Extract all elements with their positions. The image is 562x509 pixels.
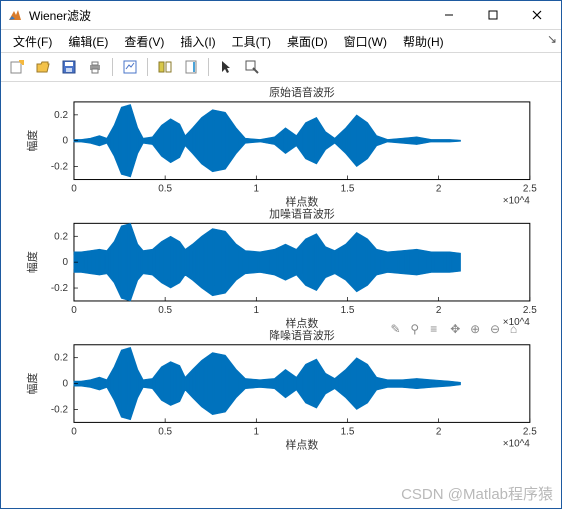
x-tick-label: 0.5 [158,183,172,194]
colorbar-button[interactable] [179,55,203,79]
link-axes-button[interactable] [153,55,177,79]
x-tick-label: 2.5 [523,183,537,194]
x-tick-label: 0 [71,183,77,194]
pointer-button[interactable] [214,55,238,79]
x-axis-label: 样点数 [285,194,318,208]
figure-svg: 原始语音波形00.511.522.5-0.200.2×10^4样点数幅度加噪语音… [1,82,561,508]
menu-view[interactable]: 查看(V) [116,31,172,52]
y-tick-label: -0.2 [51,162,69,173]
window-title: Wiener滤波 [29,7,427,24]
menu-help[interactable]: 帮助(H) [395,31,452,52]
y-tick-label: 0.2 [54,231,68,242]
y-tick-label: 0.2 [54,353,68,364]
toolbar-separator [208,58,209,76]
x-scale-label: ×10^4 [503,195,531,206]
open-button[interactable] [31,55,55,79]
zoom-out-icon[interactable]: ⊖ [490,322,500,336]
axes-toolbar: ✎ ⚲ ≡ ✥ ⊕ ⊖ ⌂ [390,322,517,336]
maximize-button[interactable] [471,1,515,29]
x-tick-label: 1 [254,305,260,316]
titlebar: Wiener滤波 [1,1,561,30]
menu-window[interactable]: 窗口(W) [336,31,395,52]
pan-icon[interactable]: ✥ [450,322,460,336]
minimize-button[interactable] [427,1,471,29]
x-tick-label: 0.5 [158,426,172,437]
y-tick-label: 0 [62,379,68,390]
toolbar [1,53,561,82]
menu-insert[interactable]: 插入(I) [172,31,223,52]
menu-overflow-icon[interactable]: ↘ [547,32,557,46]
x-axis-label: 样点数 [285,316,318,330]
y-axis-label: 幅度 [25,373,39,395]
y-axis-label: 幅度 [25,251,39,273]
data-cursor-button[interactable] [118,55,142,79]
x-tick-label: 2 [436,426,442,437]
subplot-title: 原始语音波形 [269,85,335,99]
y-tick-label: 0 [62,257,68,268]
toolbar-separator [147,58,148,76]
x-tick-label: 0.5 [158,305,172,316]
subplot-2: 加噪语音波形00.511.522.5-0.200.2×10^4样点数幅度 [25,206,537,329]
window-buttons [427,1,559,29]
figure-window: Wiener滤波 文件(F) 编辑(E) 查看(V) 插入(I) 工具(T) 桌… [0,0,562,509]
x-axis-label: 样点数 [285,437,318,451]
x-tick-label: 2.5 [523,426,537,437]
print-button[interactable] [83,55,107,79]
y-axis-label: 幅度 [25,130,39,152]
new-figure-button[interactable] [5,55,29,79]
toolbar-separator [112,58,113,76]
save-button[interactable] [57,55,81,79]
subplot-3: 降噪语音波形00.511.522.5-0.200.2×10^4样点数幅度✎⚲≡✥… [25,322,537,451]
menu-tools[interactable]: 工具(T) [224,31,279,52]
x-tick-label: 1.5 [341,426,355,437]
x-tick-label: 1 [254,183,260,194]
x-tick-label: 2.5 [523,305,537,316]
x-tick-label: 0 [71,426,77,437]
subplot-1: 原始语音波形00.511.522.5-0.200.2×10^4样点数幅度 [25,85,537,208]
menu-desktop[interactable]: 桌面(D) [279,31,336,52]
data-tips-icon[interactable]: ≡ [430,322,437,336]
matlab-icon [7,7,23,23]
menubar: 文件(F) 编辑(E) 查看(V) 插入(I) 工具(T) 桌面(D) 窗口(W… [1,30,561,53]
y-tick-label: -0.2 [51,283,69,294]
close-button[interactable] [515,1,559,29]
zoom-in-icon[interactable]: ⊕ [470,322,480,336]
inspect-button[interactable] [240,55,264,79]
pin-icon[interactable]: ⚲ [410,322,419,336]
menu-file[interactable]: 文件(F) [5,31,60,52]
x-tick-label: 2 [436,305,442,316]
menu-edit[interactable]: 编辑(E) [60,31,116,52]
brush-icon[interactable]: ✎ [390,322,400,336]
figure-canvas: 原始语音波形00.511.522.5-0.200.2×10^4样点数幅度加噪语音… [1,82,561,508]
subplot-title: 降噪语音波形 [269,328,335,342]
subplot-title: 加噪语音波形 [269,206,335,220]
x-scale-label: ×10^4 [503,438,531,449]
x-tick-label: 1.5 [341,183,355,194]
x-tick-label: 1 [254,426,260,437]
y-tick-label: 0.2 [54,110,68,121]
x-tick-label: 0 [71,305,77,316]
x-tick-label: 2 [436,183,442,194]
y-tick-label: 0 [62,136,68,147]
x-tick-label: 1.5 [341,305,355,316]
home-icon[interactable]: ⌂ [510,322,517,336]
y-tick-label: -0.2 [51,404,69,415]
